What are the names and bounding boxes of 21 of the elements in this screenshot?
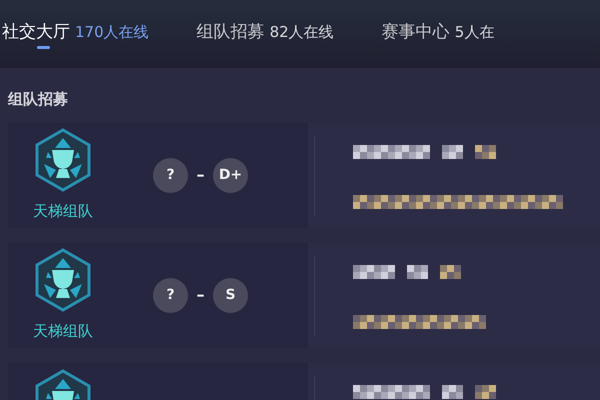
section-title: 组队招募 (6, 89, 69, 110)
pixelated-text (407, 264, 428, 278)
pixelated-text (353, 264, 395, 278)
trophy-emblem-icon (34, 128, 92, 192)
rank-badge: D+ (213, 158, 248, 192)
dash-separator: – (196, 164, 206, 186)
tab[interactable]: 社交大厅 170人在线 (2, 18, 149, 50)
pixelated-text (442, 384, 463, 398)
pixelated-text (475, 144, 496, 158)
dash-separator: – (196, 284, 206, 306)
tab[interactable]: 组队招募 82人在线 (196, 18, 334, 50)
mode-label: 天梯组队 (33, 200, 93, 222)
rank-badge: ? (153, 278, 188, 312)
pixelated-text (442, 144, 463, 158)
pixelated-text (440, 264, 461, 278)
rank-badge: S (213, 278, 248, 312)
mode-label: 天梯组队 (33, 320, 93, 342)
rank-badge: ? (153, 158, 188, 192)
trophy-emblem-icon (34, 248, 92, 312)
pixelated-text (475, 384, 496, 398)
tab[interactable]: 赛事中心 5人在 (382, 18, 494, 50)
